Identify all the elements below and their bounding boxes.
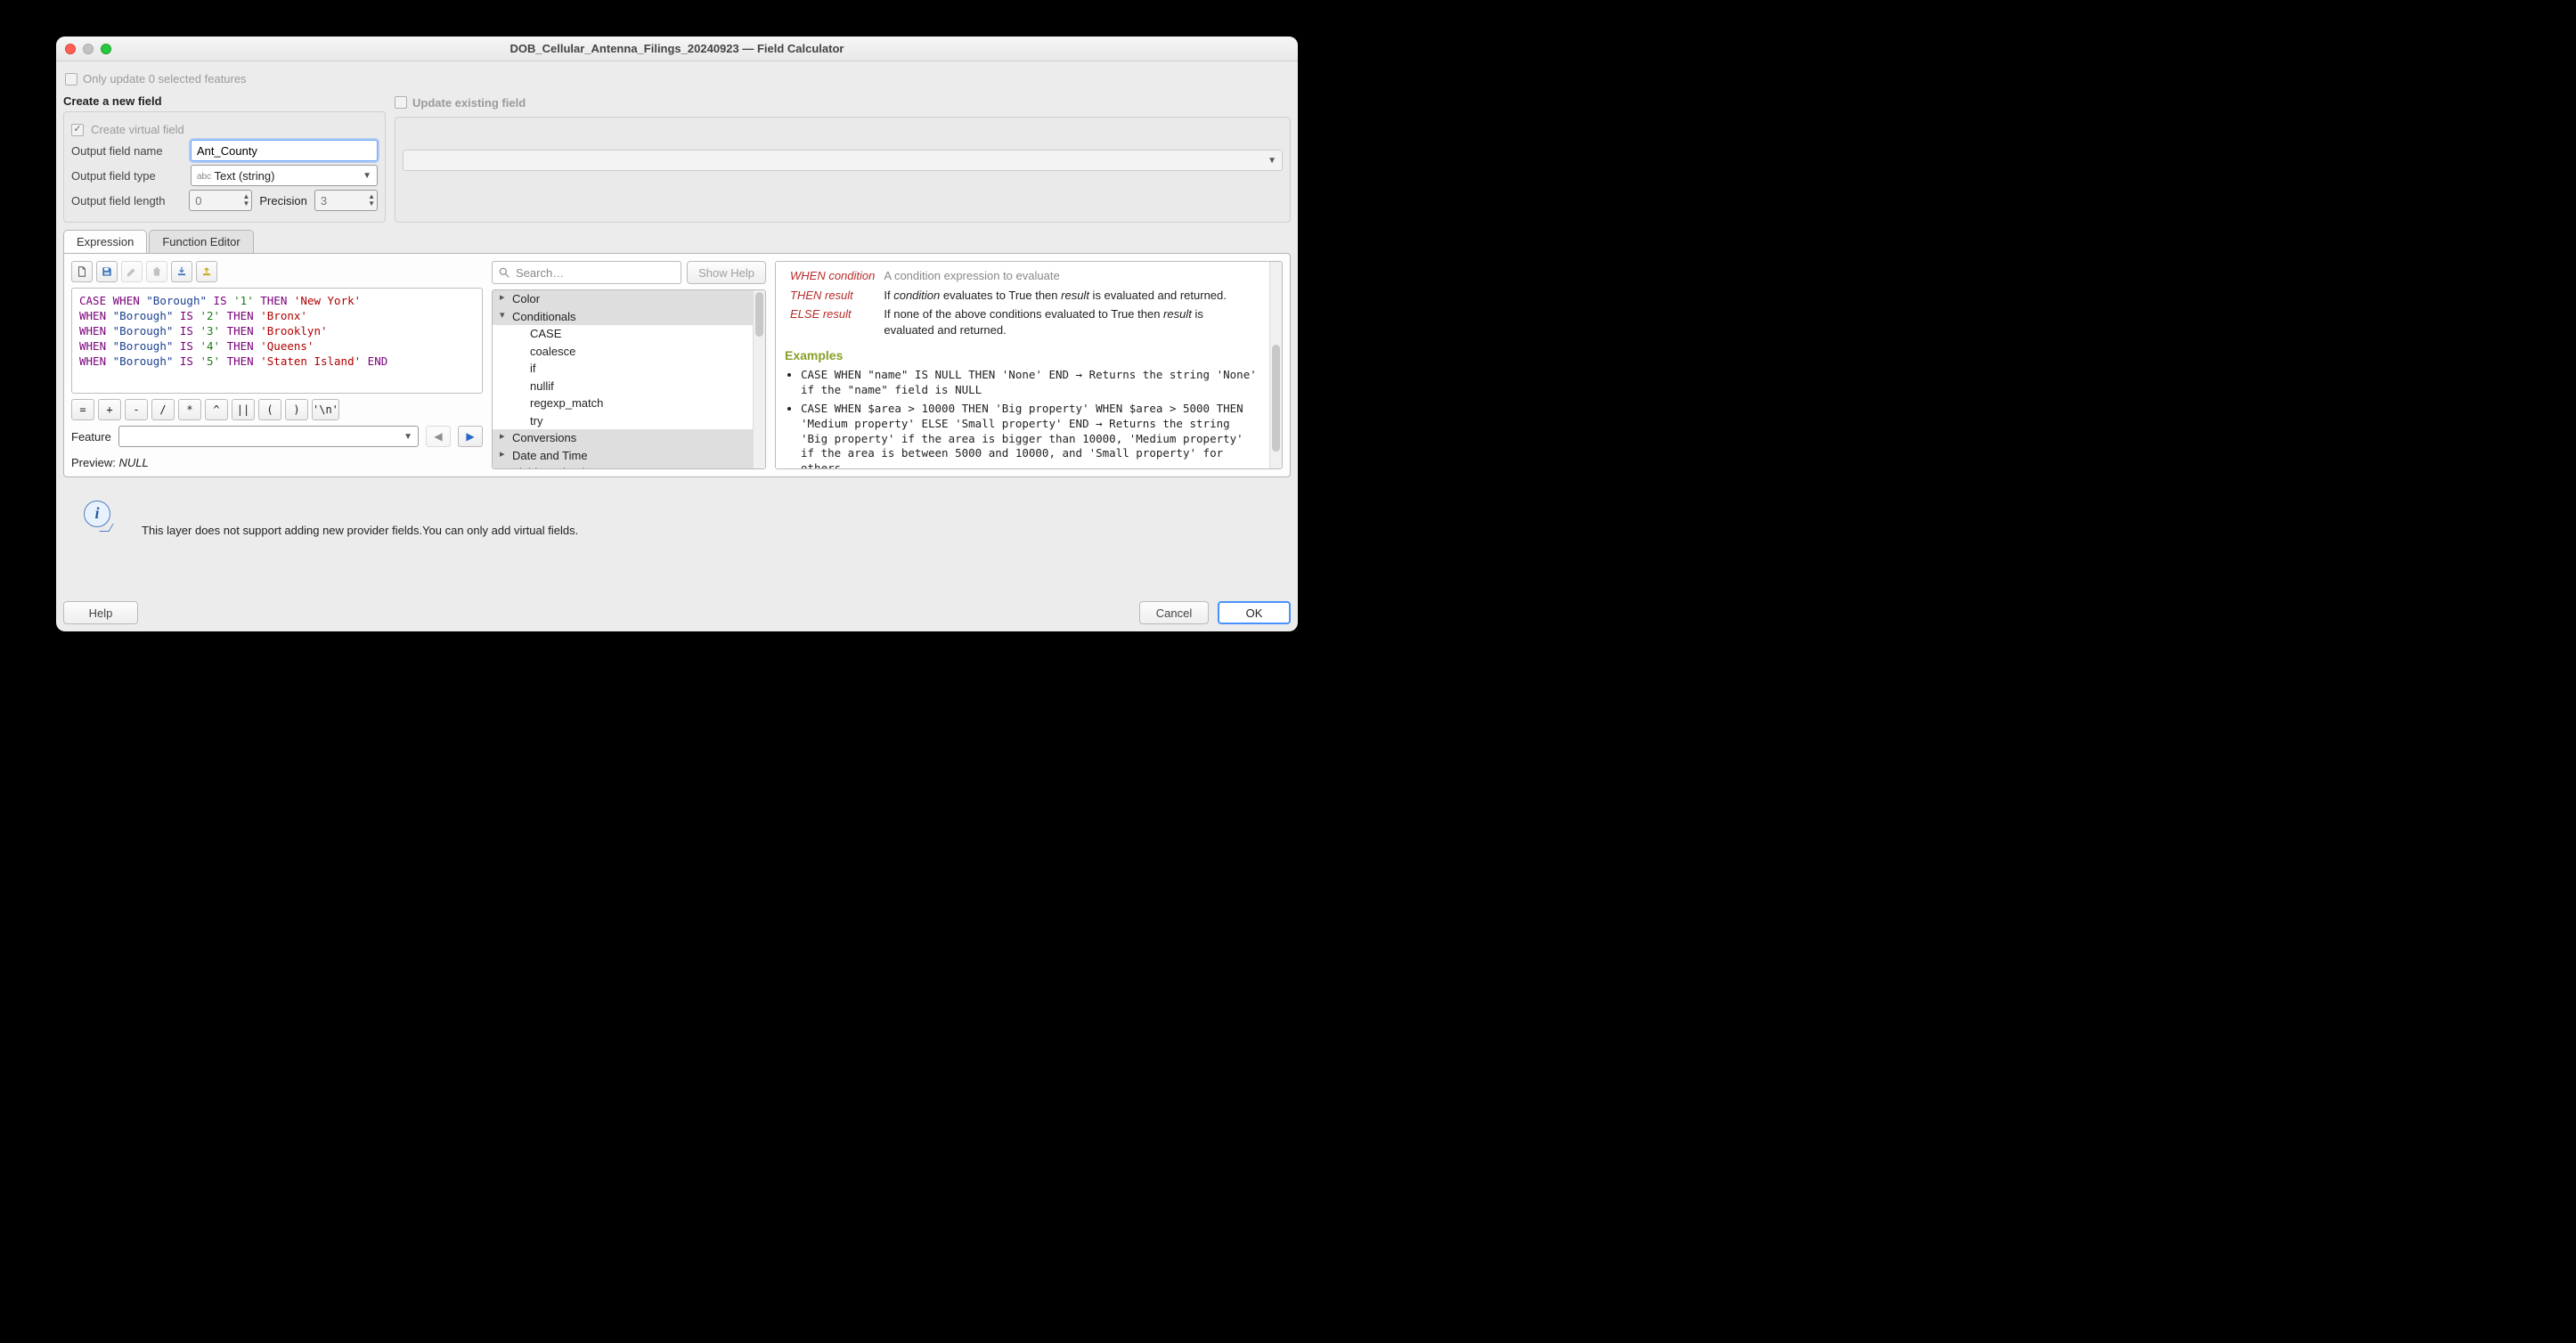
- help-arg-kw: THEN result: [787, 287, 878, 305]
- function-tree[interactable]: ColorConditionalsCASEcoalesceifnullifreg…: [492, 289, 766, 469]
- tree-item[interactable]: regexp_match: [493, 395, 765, 412]
- tree-item[interactable]: try: [493, 412, 765, 430]
- op-button[interactable]: ^: [205, 399, 228, 420]
- tree-item[interactable]: CASE: [493, 325, 765, 343]
- expr-toolbar: [71, 261, 483, 282]
- help-arg-desc: If none of the above conditions evaluate…: [880, 305, 1259, 338]
- import-icon[interactable]: [171, 261, 192, 282]
- info-icon: i: [84, 501, 110, 527]
- op-button[interactable]: /: [151, 399, 175, 420]
- tree-group[interactable]: Fields and Values: [493, 464, 765, 469]
- output-field-length-label: Output field length: [71, 194, 182, 208]
- help-example: CASE WHEN $area > 10000 THEN 'Big proper…: [801, 402, 1260, 469]
- scrollbar[interactable]: [1269, 262, 1282, 468]
- only-update-selected-label: Only update 0 selected features: [83, 72, 247, 85]
- output-field-length-spin: 0 ▲▼: [189, 190, 252, 211]
- help-arg-when-desc: A condition expression to evaluate: [880, 267, 1259, 285]
- tree-group[interactable]: Conditionals: [493, 308, 765, 326]
- tree-item[interactable]: nullif: [493, 378, 765, 395]
- search-input[interactable]: Search…: [492, 261, 681, 284]
- tree-group[interactable]: Date and Time: [493, 447, 765, 465]
- next-feature-button[interactable]: ▶: [458, 426, 483, 447]
- edit-icon[interactable]: [121, 261, 143, 282]
- tree-item[interactable]: if: [493, 360, 765, 378]
- create-new-field-group: Create virtual field Output field name O…: [63, 111, 386, 223]
- cancel-button[interactable]: Cancel: [1139, 601, 1209, 624]
- output-field-name-label: Output field name: [71, 144, 183, 158]
- help-arg-when: WHEN condition: [787, 267, 878, 285]
- export-icon[interactable]: [196, 261, 217, 282]
- chevron-down-icon: ▼: [368, 200, 375, 208]
- op-button[interactable]: =: [71, 399, 94, 420]
- output-field-name-input[interactable]: [191, 140, 378, 161]
- delete-icon[interactable]: [146, 261, 167, 282]
- new-file-icon[interactable]: [71, 261, 93, 282]
- output-field-type-label: Output field type: [71, 169, 183, 183]
- type-value: Text (string): [215, 169, 275, 183]
- type-prefix: abc: [197, 172, 211, 182]
- tabs: Expression Function Editor: [63, 230, 1291, 253]
- show-help-button[interactable]: Show Help: [687, 261, 766, 284]
- chevron-down-icon: ▼: [1268, 156, 1276, 166]
- op-button[interactable]: -: [125, 399, 148, 420]
- tree-group[interactable]: Color: [493, 290, 765, 308]
- expression-editor[interactable]: CASE WHEN "Borough" IS '1' THEN 'New Yor…: [71, 288, 483, 394]
- help-arg-kw: ELSE result: [787, 305, 878, 338]
- window-title: DOB_Cellular_Antenna_Filings_20240923 — …: [56, 42, 1298, 55]
- help-arg-desc: If condition evaluates to True then resu…: [880, 287, 1259, 305]
- field-calculator-window: DOB_Cellular_Antenna_Filings_20240923 — …: [56, 37, 1298, 631]
- preview-label: Preview:: [71, 456, 116, 469]
- feature-label: Feature: [71, 430, 111, 444]
- scrollbar[interactable]: [753, 290, 765, 468]
- help-button[interactable]: Help: [63, 601, 138, 624]
- search-placeholder: Search…: [516, 266, 564, 280]
- update-existing-checkbox: [395, 96, 407, 109]
- dialog-footer: Help Cancel OK: [56, 596, 1298, 631]
- op-button[interactable]: +: [98, 399, 121, 420]
- tab-function-editor[interactable]: Function Editor: [149, 230, 253, 253]
- help-pane[interactable]: WHEN condition A condition expression to…: [775, 261, 1283, 469]
- op-button[interactable]: '\n': [312, 399, 339, 420]
- create-virtual-field-label: Create virtual field: [91, 123, 184, 136]
- tab-expression[interactable]: Expression: [63, 230, 147, 253]
- update-existing-group: ▼: [395, 117, 1291, 223]
- tree-group[interactable]: Conversions: [493, 429, 765, 447]
- preview-value: NULL: [118, 456, 148, 469]
- output-field-type-combo[interactable]: abc Text (string) ▼: [191, 165, 378, 186]
- ok-button[interactable]: OK: [1218, 601, 1291, 624]
- precision-spin: 3 ▲▼: [314, 190, 378, 211]
- chevron-down-icon: ▼: [242, 200, 249, 208]
- precision-label: Precision: [259, 194, 306, 208]
- create-new-field-title: Create a new field: [63, 94, 386, 108]
- feature-combo[interactable]: ▼: [118, 426, 419, 447]
- only-update-selected-checkbox: [65, 73, 77, 85]
- op-button[interactable]: ||: [232, 399, 255, 420]
- op-button[interactable]: (: [258, 399, 281, 420]
- titlebar: DOB_Cellular_Antenna_Filings_20240923 — …: [56, 37, 1298, 61]
- examples-heading: Examples: [785, 347, 1260, 364]
- update-existing-title: Update existing field: [412, 96, 526, 110]
- help-example: CASE WHEN "name" IS NULL THEN 'None' END…: [801, 368, 1260, 398]
- chevron-down-icon: ▼: [363, 171, 371, 181]
- save-icon[interactable]: [96, 261, 118, 282]
- chevron-down-icon: ▼: [404, 432, 412, 442]
- expression-panel: CASE WHEN "Borough" IS '1' THEN 'New Yor…: [63, 253, 1291, 477]
- search-icon: [498, 266, 510, 279]
- info-message: This layer does not support adding new p…: [142, 524, 578, 537]
- operator-bar: =+-/*^||()'\n': [71, 399, 483, 420]
- prev-feature-button[interactable]: ◀: [426, 426, 451, 447]
- update-field-combo: ▼: [403, 150, 1283, 171]
- op-button[interactable]: *: [178, 399, 201, 420]
- tree-item[interactable]: coalesce: [493, 343, 765, 361]
- create-virtual-field-checkbox: [71, 124, 84, 136]
- op-button[interactable]: ): [285, 399, 308, 420]
